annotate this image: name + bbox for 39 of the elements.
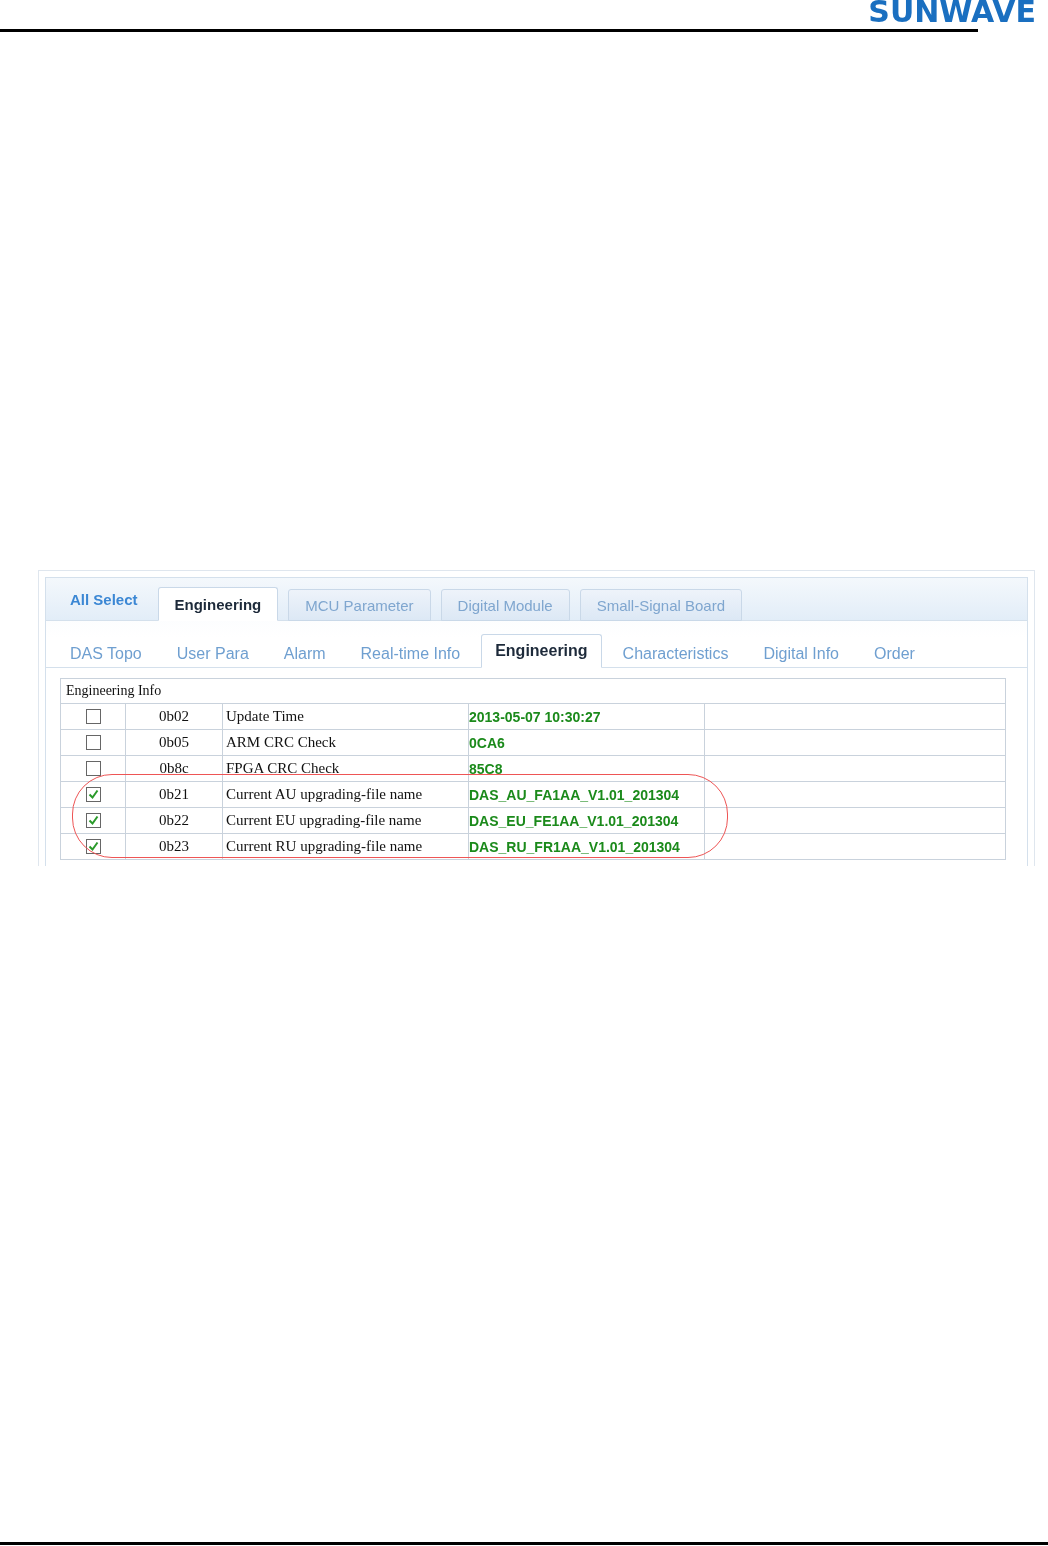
checkbox[interactable] <box>85 761 101 776</box>
table-cell: 0b23 <box>126 834 223 859</box>
tab[interactable]: Engineering <box>481 634 602 668</box>
tab[interactable]: MCU Parameter <box>288 589 431 621</box>
checkbox[interactable] <box>85 813 101 828</box>
tab[interactable]: Digital Module <box>440 589 570 621</box>
table-cell: ARM CRC Check <box>223 730 469 755</box>
table-cell: FPGA CRC Check <box>223 756 469 781</box>
tab[interactable]: Alarm <box>269 638 340 668</box>
table-cell: 0b05 <box>126 730 223 755</box>
tab[interactable]: Real-time Info <box>346 638 475 668</box>
table-cell: Current RU upgrading-file name <box>223 834 469 859</box>
table-cell: 0b02 <box>126 704 223 729</box>
tab[interactable]: Engineering <box>157 587 279 621</box>
tab[interactable]: Small-Signal Board <box>579 589 743 621</box>
checkbox[interactable] <box>85 839 101 854</box>
checkbox[interactable] <box>85 709 101 724</box>
tab[interactable]: User Para <box>162 638 263 668</box>
table-cell: DAS_RU_FR1AA_V1.01_201304 <box>469 834 705 859</box>
table-cell: Update Time <box>223 704 469 729</box>
table-cell: 0b8c <box>126 756 223 781</box>
tab[interactable]: Characteristics <box>608 638 743 668</box>
table-cell: Current EU upgrading-file name <box>223 808 469 833</box>
table-cell: 0b22 <box>126 808 223 833</box>
table-cell: Current AU upgrading-file name <box>223 782 469 807</box>
table-cell: 85C8 <box>469 756 705 781</box>
checkbox[interactable] <box>85 787 101 802</box>
table-cell: 0b21 <box>126 782 223 807</box>
tab[interactable]: Order <box>860 638 929 668</box>
company-logo: SUNWAVE <box>868 0 1036 27</box>
table-cell: 0CA6 <box>469 730 705 755</box>
checkbox[interactable] <box>85 735 101 750</box>
tab[interactable]: DAS Topo <box>56 638 156 668</box>
tab[interactable]: Digital Info <box>749 638 853 668</box>
all-select-link[interactable]: All Select <box>52 591 148 620</box>
table-cell: 2013-05-07 10:30:27 <box>469 704 705 729</box>
table-title: Engineering Info <box>61 679 1005 704</box>
table-cell: DAS_EU_FE1AA_V1.01_201304 <box>469 808 705 833</box>
table-cell: DAS_AU_FA1AA_V1.01_201304 <box>469 782 705 807</box>
